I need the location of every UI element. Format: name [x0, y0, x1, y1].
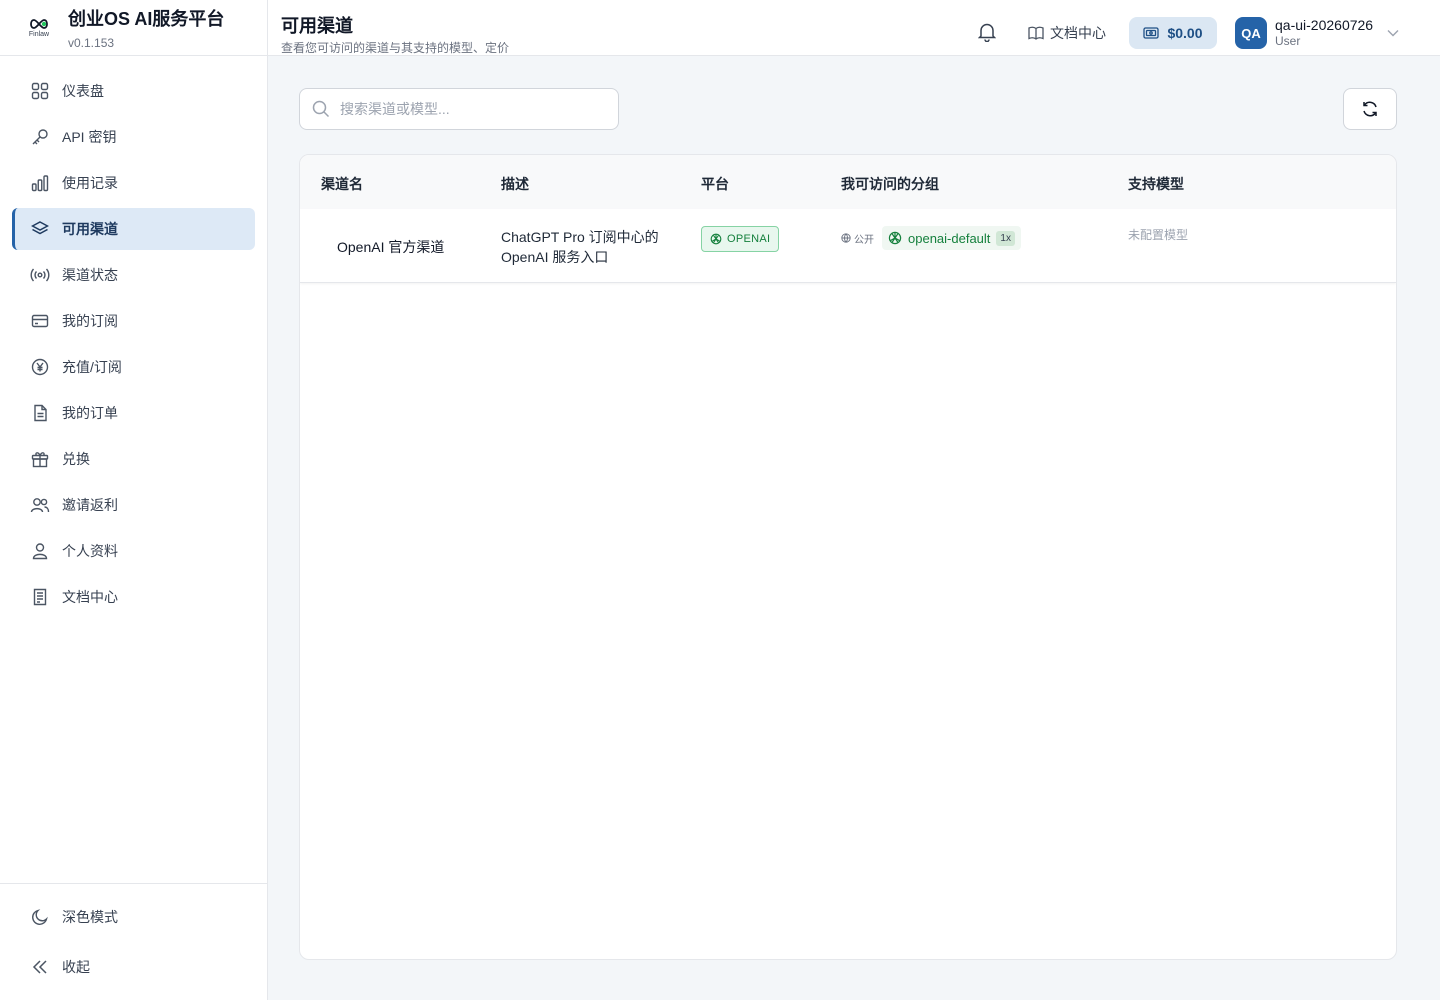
sidebar-item-subscriptions[interactable]: 我的订阅	[12, 300, 255, 342]
refresh-button[interactable]	[1343, 88, 1397, 130]
column-header-description[interactable]: 描述	[501, 174, 529, 194]
visibility-text: 公开	[854, 234, 874, 246]
sidebar-item-channels[interactable]: 可用渠道	[12, 208, 255, 250]
column-header-groups[interactable]: 我可访问的分组	[841, 174, 939, 194]
book-icon	[30, 587, 50, 607]
column-header-name[interactable]: 渠道名	[321, 174, 363, 194]
group-name: openai-default	[908, 230, 991, 246]
sidebar-item-recharge[interactable]: 充值/订阅	[12, 346, 255, 388]
sidebar-item-docs[interactable]: 文档中心	[12, 576, 255, 618]
bell-icon[interactable]	[977, 22, 1000, 44]
logo-text: Finlaw	[28, 30, 50, 38]
sidebar-nav: 仪表盘 API 密钥 使用记录 可用渠道 渠道状态 我的订阅 充值/订阅 我的订…	[12, 70, 255, 622]
sidebar: Finlaw 创业OS AI服务平台 v0.1.153 仪表盘 API 密钥 使…	[0, 0, 268, 1000]
sidebar-item-label: 渠道状态	[62, 267, 118, 283]
gift-icon	[30, 449, 50, 469]
sidebar-item-label: 邀请返利	[62, 497, 118, 513]
sidebar-item-label: 充值/订阅	[62, 359, 122, 375]
dark-mode-toggle[interactable]: 深色模式	[30, 907, 118, 927]
sidebar-footer: 深色模式 收起	[0, 883, 267, 1000]
group-list: 公开 openai-default 1x	[841, 226, 1021, 250]
channel-name: OpenAI 官方渠道	[337, 239, 445, 255]
bar-chart-icon	[30, 173, 50, 193]
collapse-label: 收起	[62, 959, 90, 975]
group-ratio-badge: 1x	[996, 230, 1015, 246]
collapse-sidebar-button[interactable]: 收起	[30, 957, 90, 977]
channels-table-card: 渠道名 描述 平台 我可访问的分组 支持模型 OpenAI 官方渠道 ChatG…	[299, 154, 1397, 960]
openai-icon	[710, 233, 722, 245]
balance-badge[interactable]: $0.00	[1129, 17, 1217, 49]
brand-version: v0.1.153	[68, 36, 115, 50]
user-icon	[30, 541, 50, 561]
sidebar-item-usage[interactable]: 使用记录	[12, 162, 255, 204]
brand: Finlaw 创业OS AI服务平台 v0.1.153	[0, 0, 267, 56]
sidebar-item-label: API 密钥	[62, 129, 117, 145]
user-role: User	[1275, 34, 1301, 48]
dashboard-icon	[30, 81, 50, 101]
globe-icon	[841, 233, 851, 243]
search-box	[299, 88, 619, 130]
balance-amount: $0.00	[1167, 25, 1203, 41]
docs-center-label: 文档中心	[1050, 25, 1106, 41]
table-header: 渠道名 描述 平台 我可访问的分组 支持模型	[300, 155, 1396, 209]
dark-mode-label: 深色模式	[62, 909, 118, 925]
sidebar-item-redeem[interactable]: 兑换	[12, 438, 255, 480]
key-icon	[30, 127, 50, 147]
models-empty-text: 未配置模型	[1128, 228, 1189, 242]
page-title: 可用渠道	[281, 16, 353, 36]
sidebar-item-profile[interactable]: 个人资料	[12, 530, 255, 572]
credit-card-icon	[30, 311, 50, 331]
sidebar-item-label: 可用渠道	[62, 221, 118, 237]
sidebar-item-api-keys[interactable]: API 密钥	[12, 116, 255, 158]
sidebar-item-channel-status[interactable]: 渠道状态	[12, 254, 255, 296]
column-header-platform[interactable]: 平台	[701, 174, 729, 194]
logo[interactable]: Finlaw	[24, 9, 54, 47]
wallet-icon	[1143, 26, 1160, 40]
double-chevron-left-icon	[30, 957, 50, 977]
moon-icon	[30, 907, 50, 927]
sidebar-item-orders[interactable]: 我的订单	[12, 392, 255, 434]
sidebar-item-label: 仪表盘	[62, 83, 104, 99]
group-tag[interactable]: openai-default 1x	[882, 226, 1021, 250]
openai-icon	[888, 231, 902, 245]
docs-center-link[interactable]: 文档中心	[1028, 23, 1106, 43]
sidebar-item-dashboard[interactable]: 仪表盘	[12, 70, 255, 112]
top-header: 可用渠道 查看您可访问的渠道与其支持的模型、定价 文档中心 $0.00 QA q…	[268, 0, 1440, 56]
sidebar-item-label: 文档中心	[62, 589, 118, 605]
sidebar-item-label: 兑换	[62, 451, 90, 467]
sidebar-item-label: 使用记录	[62, 175, 118, 191]
search-input[interactable]	[340, 101, 600, 117]
infinity-logo-icon	[30, 18, 48, 29]
open-book-icon	[1028, 26, 1044, 40]
channel-description: ChatGPT Pro 订阅中心的 OpenAI 服务入口	[501, 229, 659, 265]
broadcast-icon	[30, 265, 50, 285]
platform-badge: OPENAI	[701, 226, 780, 252]
table-row[interactable]: OpenAI 官方渠道 ChatGPT Pro 订阅中心的 OpenAI 服务入…	[300, 209, 1396, 283]
chevron-down-icon	[1387, 29, 1399, 37]
avatar: QA	[1235, 17, 1267, 49]
sidebar-item-label: 个人资料	[62, 543, 118, 559]
visibility-label: 公开	[841, 231, 874, 246]
users-icon	[30, 495, 50, 515]
sidebar-item-label: 我的订单	[62, 405, 118, 421]
user-menu[interactable]: QA qa-ui-20260726 User	[1235, 17, 1399, 49]
sidebar-item-referral[interactable]: 邀请返利	[12, 484, 255, 526]
yen-icon	[30, 357, 50, 377]
platform-label: OPENAI	[727, 233, 771, 245]
column-header-models[interactable]: 支持模型	[1128, 174, 1184, 194]
brand-title: 创业OS AI服务平台	[68, 9, 225, 29]
page-subtitle: 查看您可访问的渠道与其支持的模型、定价	[281, 41, 510, 55]
layers-icon	[30, 219, 50, 239]
refresh-icon	[1361, 100, 1379, 118]
document-icon	[30, 403, 50, 423]
user-info: qa-ui-20260726 User	[1275, 17, 1373, 49]
user-name: qa-ui-20260726	[1275, 17, 1374, 33]
search-icon	[312, 100, 330, 118]
sidebar-item-label: 我的订阅	[62, 313, 118, 329]
